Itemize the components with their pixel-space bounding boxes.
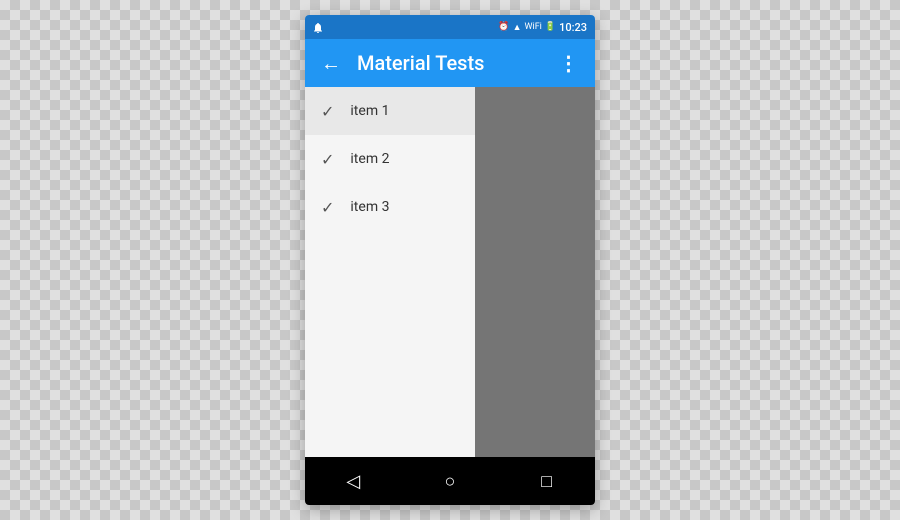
- back-button[interactable]: ←: [313, 45, 349, 81]
- nav-home-button[interactable]: ○: [426, 457, 474, 505]
- wifi-icon: WiFi: [525, 22, 542, 32]
- nav-recent-button[interactable]: □: [523, 457, 571, 505]
- app-bar: ← Material Tests ⋮: [305, 39, 595, 87]
- item-label-1: item 1: [350, 103, 389, 119]
- nav-back-button[interactable]: ◁: [329, 457, 377, 505]
- check-icon-3: ✓: [321, 198, 334, 217]
- phone-frame: ⏰ ▲ WiFi 🔋 10:23 ← Material Tests ⋮ ✓ it…: [305, 15, 595, 505]
- content-area: ✓ item 1 ✓ item 2 ✓ item 3: [305, 87, 595, 457]
- list-item-3[interactable]: ✓ item 3: [305, 183, 475, 231]
- clock-icon: ⏰: [498, 22, 509, 32]
- status-right: ⏰ ▲ WiFi 🔋 10:23: [498, 21, 587, 34]
- nav-home-icon: ○: [445, 471, 456, 492]
- more-icon: ⋮: [559, 51, 580, 75]
- item-label-2: item 2: [350, 151, 389, 167]
- nav-recent-icon: □: [541, 471, 552, 492]
- list-item-2[interactable]: ✓ item 2: [305, 135, 475, 183]
- app-title: Material Tests: [357, 51, 551, 75]
- back-arrow-icon: ←: [321, 51, 341, 76]
- battery-icon: 🔋: [545, 22, 556, 32]
- side-panel: [475, 87, 595, 457]
- status-left: [313, 21, 323, 33]
- check-icon-1: ✓: [321, 102, 334, 121]
- check-icon-2: ✓: [321, 150, 334, 169]
- nav-bar: ◁ ○ □: [305, 457, 595, 505]
- item-label-3: item 3: [350, 199, 389, 215]
- list-panel: ✓ item 1 ✓ item 2 ✓ item 3: [305, 87, 475, 457]
- status-bar: ⏰ ▲ WiFi 🔋 10:23: [305, 15, 595, 39]
- more-button[interactable]: ⋮: [551, 45, 587, 81]
- notification-icon: [313, 21, 323, 33]
- list-item-1[interactable]: ✓ item 1: [305, 87, 475, 135]
- nav-back-icon: ◁: [346, 471, 360, 492]
- status-time: 10:23: [559, 21, 587, 34]
- signal-icon: ▲: [513, 22, 522, 33]
